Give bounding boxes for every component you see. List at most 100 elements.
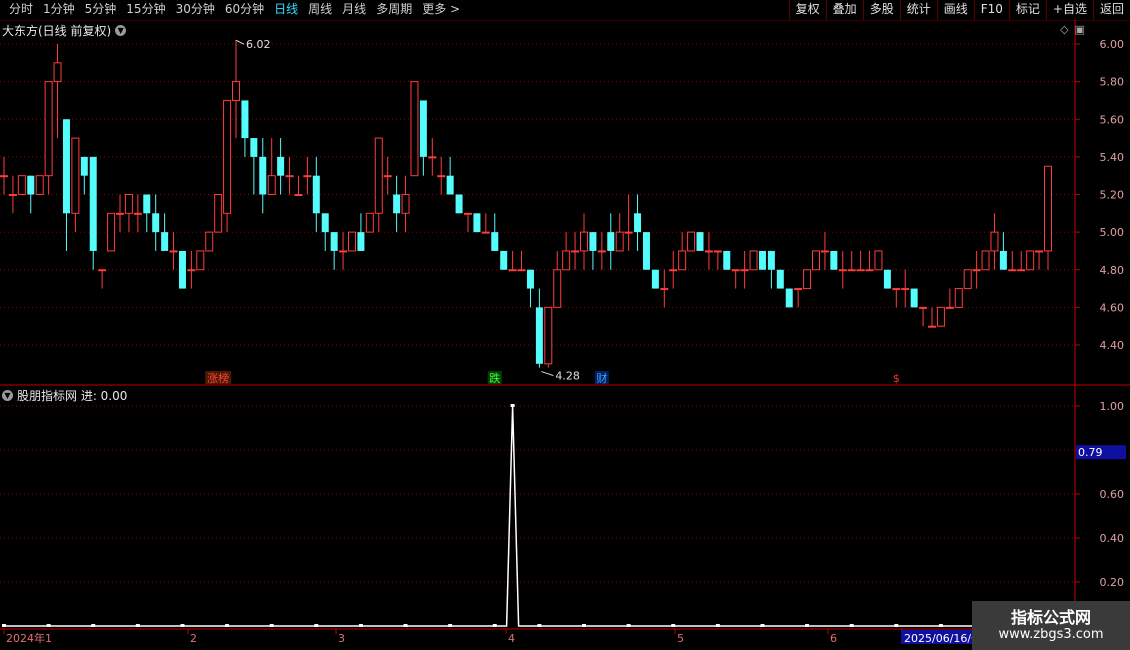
candle-body bbox=[562, 250, 571, 271]
high-pointer bbox=[235, 39, 245, 45]
candle-body bbox=[410, 81, 419, 177]
chevron-down-icon[interactable]: ▼ bbox=[115, 24, 127, 36]
tab-7[interactable]: 周线 bbox=[303, 0, 337, 20]
tab-3[interactable]: 15分钟 bbox=[121, 0, 170, 20]
candle-body bbox=[464, 212, 472, 215]
date-tick-label: 2024年1 bbox=[6, 631, 52, 645]
indicator-point bbox=[894, 624, 899, 627]
candle-body bbox=[285, 175, 294, 178]
indicator-title: 股朋指标网 进: 0.00 bbox=[17, 388, 128, 403]
candle-body bbox=[847, 269, 856, 272]
candle-body bbox=[35, 175, 44, 195]
toolbar: 分时 1分钟 5分钟 15分钟 30分钟 60分钟 日线 周线 月线 多周期 更多 > 复权 叠加 多股… bbox=[0, 0, 1130, 21]
candle-body bbox=[517, 269, 526, 272]
candle-body bbox=[53, 62, 62, 83]
candle-body bbox=[580, 231, 588, 252]
candle-body bbox=[928, 325, 936, 328]
event-marker-bg bbox=[487, 371, 502, 384]
candle-body bbox=[767, 250, 775, 270]
price-tick-label: 4.80 bbox=[1100, 264, 1125, 277]
candle-body bbox=[820, 250, 829, 253]
candle-body bbox=[678, 250, 687, 271]
candle-body bbox=[910, 288, 918, 308]
price-tick-label: 4.60 bbox=[1100, 301, 1125, 314]
candle-body bbox=[401, 194, 410, 214]
watermark: 指标公式网 www.zbgs3.com bbox=[972, 601, 1130, 650]
tool-button-0[interactable]: 复权 bbox=[788, 0, 826, 20]
event-marker: 涨榜 bbox=[207, 371, 229, 385]
tool-button-4[interactable]: 画线 bbox=[936, 0, 974, 20]
candle-body bbox=[731, 269, 740, 272]
candle-body bbox=[803, 269, 812, 290]
candle-body bbox=[107, 212, 116, 252]
tab-1[interactable]: 1分钟 bbox=[38, 0, 80, 20]
event-marker-bg bbox=[889, 371, 904, 384]
price-tick-label: 5.80 bbox=[1100, 76, 1125, 89]
price-tick-label: 5.40 bbox=[1100, 151, 1125, 164]
indicator-point bbox=[805, 624, 810, 627]
chart-window-icons: ◇ ▣ bbox=[1060, 23, 1085, 36]
indicator-point bbox=[358, 624, 363, 627]
candle-body bbox=[133, 212, 142, 215]
event-marker: 跌 bbox=[489, 371, 500, 385]
tool-button-1[interactable]: 叠加 bbox=[825, 0, 863, 20]
candle-body bbox=[294, 194, 303, 196]
indicator-tick-label: 0.40 bbox=[1100, 532, 1125, 545]
candle-body bbox=[544, 306, 553, 365]
low-pointer bbox=[541, 371, 554, 377]
tab-0[interactable]: 分时 bbox=[4, 0, 38, 20]
candle-body bbox=[624, 231, 633, 234]
tab-5[interactable]: 60分钟 bbox=[220, 0, 269, 20]
tool-button-8[interactable]: 返回 bbox=[1092, 0, 1130, 20]
tool-button-2[interactable]: 多股 bbox=[862, 0, 900, 20]
tool-button-3[interactable]: 统计 bbox=[899, 0, 937, 20]
main-chart-title: 大东方(日线 前复权) ▼ bbox=[2, 22, 127, 38]
tool-button-6[interactable]: 标记 bbox=[1008, 0, 1046, 20]
tab-9[interactable]: 多周期 bbox=[371, 0, 417, 20]
candle-body bbox=[634, 213, 642, 233]
stock-title: 大东方(日线 前复权) bbox=[2, 23, 112, 38]
date-tick-label: 2025/06/16/一 bbox=[904, 632, 982, 645]
candle-body bbox=[116, 212, 124, 215]
diamond-icon[interactable]: ◇ bbox=[1060, 23, 1068, 36]
tab-8[interactable]: 月线 bbox=[337, 0, 371, 20]
tab-6[interactable]: 日线 bbox=[269, 0, 303, 20]
watermark-title: 指标公式网 bbox=[1010, 608, 1091, 627]
candle-body bbox=[830, 250, 838, 270]
low-price-label: 4.28 bbox=[555, 370, 580, 383]
candle-body bbox=[642, 232, 650, 270]
chart-canvas[interactable]: 6.00 5.80 5.60 5.40 5.20 5.00 4.80 4.60 4.40 1.00… bbox=[0, 0, 1130, 650]
current-value-badge bbox=[1076, 445, 1126, 460]
candle-body bbox=[892, 288, 901, 291]
candle-body bbox=[455, 194, 463, 214]
indicator-point bbox=[582, 624, 586, 627]
candle-body bbox=[1008, 269, 1017, 272]
tab-2[interactable]: 5分钟 bbox=[80, 0, 122, 20]
candle-body bbox=[874, 250, 883, 271]
candle-body bbox=[749, 250, 758, 271]
indicator-point bbox=[225, 624, 230, 627]
candle-body bbox=[1017, 269, 1026, 272]
event-marker: 财 bbox=[596, 371, 607, 385]
layout-icon[interactable]: ▣ bbox=[1075, 23, 1085, 36]
candle-body bbox=[178, 250, 186, 289]
tab-4[interactable]: 30分钟 bbox=[171, 0, 220, 20]
candle-body bbox=[44, 81, 53, 177]
candle-body bbox=[883, 269, 891, 289]
watermark-url: www.zbgs3.com bbox=[998, 627, 1104, 642]
candle-body bbox=[187, 269, 196, 272]
indicator-tick-label: 0.60 bbox=[1100, 488, 1125, 501]
candle-body bbox=[205, 231, 214, 252]
indicator-title-bar: ▼ 股朋指标网 进: 0.00 bbox=[2, 387, 127, 403]
candle-body bbox=[981, 250, 990, 271]
tool-button-7[interactable]: +自选 bbox=[1045, 0, 1093, 20]
candle-body bbox=[259, 156, 267, 195]
indicator-point bbox=[492, 624, 497, 627]
chevron-down-icon[interactable]: ▼ bbox=[2, 389, 13, 401]
candle-body bbox=[437, 175, 446, 178]
tab-10[interactable]: 更多 > bbox=[417, 0, 465, 20]
candle-body bbox=[80, 156, 88, 176]
candle-body bbox=[758, 250, 766, 270]
tool-button-5[interactable]: F10 bbox=[973, 0, 1009, 20]
candle-body bbox=[481, 231, 490, 234]
